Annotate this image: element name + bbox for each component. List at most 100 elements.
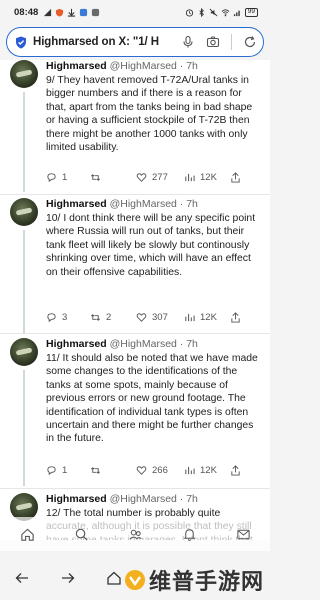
thread-line (23, 370, 25, 486)
messages-icon[interactable] (236, 527, 251, 542)
retweet-icon (91, 313, 100, 321)
views-count: 12K (200, 171, 217, 183)
reply-count: 3 (62, 311, 68, 323)
camera-icon[interactable] (206, 35, 220, 49)
retweet-button[interactable]: 2 (90, 312, 136, 323)
search-icon[interactable] (74, 527, 89, 542)
views-button[interactable]: 12K (184, 312, 230, 323)
avatar[interactable] (10, 60, 38, 88)
cell-signal-icon (233, 10, 240, 16)
author-handle-time: @HighMarsed · 7h (109, 493, 198, 505)
tweet-header: Highmarsed @HighMarsed · 7h (46, 493, 198, 505)
page-title-in-address-bar[interactable]: Highmarsed on X: "1/ H (33, 36, 175, 48)
tweet-text: 11/ It should also be noted that we have… (46, 353, 258, 445)
share-icon[interactable] (230, 464, 241, 476)
avatar[interactable] (10, 198, 38, 226)
reply-button[interactable]: 1 (46, 465, 90, 476)
app-icon (80, 8, 88, 16)
heart-icon (136, 465, 147, 475)
tweet-10[interactable]: Highmarsed @HighMarsed · 7h 10/ I dont t… (0, 198, 270, 336)
home-browser-icon[interactable] (106, 570, 122, 586)
views-count: 12K (200, 311, 217, 323)
like-count: 307 (152, 311, 168, 323)
shield-status-icon (56, 8, 64, 17)
reply-button[interactable]: 3 (46, 312, 90, 323)
retweet-icon (91, 466, 100, 474)
thread-line (23, 230, 25, 334)
thread-line (23, 92, 25, 192)
share-icon[interactable] (230, 311, 241, 323)
app-icon-2 (92, 8, 100, 16)
tweet-actions: 3 2 307 12K (46, 310, 256, 324)
home-icon[interactable] (20, 527, 35, 542)
battery-indicator: 99 (244, 7, 258, 17)
author-name[interactable]: Highmarsed (46, 60, 107, 72)
retweet-icon (91, 173, 100, 181)
status-bar: 08:48 99 (0, 0, 270, 24)
address-bar[interactable]: Highmarsed on X: "1/ H (6, 27, 264, 57)
tweet-9[interactable]: Highmarsed @HighMarsed · 7h 9/ They have… (0, 60, 270, 193)
avatar[interactable] (10, 338, 38, 366)
microphone-icon[interactable] (181, 35, 195, 49)
tweet-header: Highmarsed @HighMarsed · 7h (46, 338, 198, 350)
reply-button[interactable]: 1 (46, 172, 90, 183)
share-icon[interactable] (230, 171, 241, 183)
tweet-divider (0, 488, 270, 489)
reply-icon (47, 465, 56, 475)
reply-icon (47, 312, 56, 322)
bluetooth-icon (199, 7, 204, 17)
tweet-actions: 1 277 12K (46, 170, 256, 184)
watermark-text: 维普手游网 (148, 570, 264, 595)
retweet-count: 2 (106, 311, 112, 323)
alarm-icon (185, 8, 193, 17)
author-handle-time: @HighMarsed · 7h (109, 338, 198, 350)
watermark-logo-icon (124, 570, 145, 590)
tweet-divider (0, 333, 270, 334)
retweet-button[interactable] (90, 465, 136, 476)
like-count: 277 (152, 171, 168, 183)
tweet-divider (0, 194, 270, 195)
status-time: 08:48 (14, 6, 39, 18)
tweet-feed[interactable]: Highmarsed @HighMarsed · 7h 9/ They have… (0, 60, 270, 540)
x-bottom-tabbar (0, 517, 270, 551)
mute-icon (209, 8, 218, 16)
views-button[interactable]: 12K (184, 465, 230, 476)
views-button[interactable]: 12K (184, 172, 230, 183)
tweet-text: 9/ They havent removed T-72A/Ural tanks … (46, 75, 253, 154)
tweet-header: Highmarsed @HighMarsed · 7h (46, 60, 198, 72)
retweet-button[interactable] (90, 172, 136, 183)
signal-icon (44, 8, 52, 16)
refresh-icon[interactable] (243, 35, 257, 49)
heart-icon (136, 172, 147, 182)
views-icon (185, 173, 195, 181)
author-name[interactable]: Highmarsed (46, 493, 107, 505)
reply-count: 1 (62, 171, 68, 183)
address-bar-wrap: Highmarsed on X: "1/ H (0, 24, 270, 57)
tweet-11[interactable]: Highmarsed @HighMarsed · 7h 11/ It shoul… (0, 338, 270, 488)
author-handle-time: @HighMarsed · 7h (109, 198, 198, 210)
like-button[interactable]: 266 (136, 465, 184, 476)
shield-check-icon[interactable] (15, 36, 27, 49)
reply-icon (47, 172, 56, 182)
communities-icon[interactable] (128, 527, 143, 542)
heart-icon (136, 312, 147, 322)
like-button[interactable]: 277 (136, 172, 184, 183)
tweet-text: 10/ I dont think there will be any speci… (46, 213, 256, 278)
address-bar-separator (231, 34, 232, 50)
tweet-header: Highmarsed @HighMarsed · 7h (46, 198, 198, 210)
address-bar-actions (181, 34, 257, 50)
author-name[interactable]: Highmarsed (46, 338, 107, 350)
tweet-actions: 1 266 12K (46, 463, 256, 477)
status-left: 08:48 (14, 7, 100, 18)
wifi-icon (221, 8, 230, 16)
author-handle-time: @HighMarsed · 7h (109, 60, 198, 72)
notifications-icon[interactable] (182, 527, 197, 542)
views-count: 12K (200, 464, 217, 476)
author-name[interactable]: Highmarsed (46, 198, 107, 210)
forward-arrow-icon[interactable] (60, 570, 76, 586)
views-icon (185, 466, 195, 474)
views-icon (185, 313, 195, 321)
reply-count: 1 (62, 464, 68, 476)
like-button[interactable]: 307 (136, 312, 184, 323)
back-arrow-icon[interactable] (14, 570, 30, 586)
